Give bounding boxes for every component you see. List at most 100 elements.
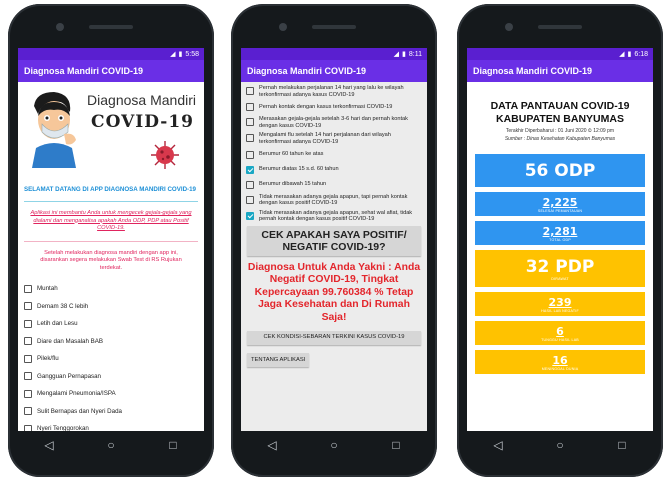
criteria-checklist: Pernah melakukan perjalanan 14 hari yang… [241,82,427,223]
checkbox-icon[interactable] [246,118,254,127]
criteria-checkbox[interactable]: Pernah melakukan perjalanan 14 hari yang… [246,85,422,98]
checkbox-icon[interactable] [24,407,32,416]
symptom-checkbox[interactable]: Pilek/flu [24,350,198,368]
symptom-checkbox[interactable]: Gangguan Pernapasan [24,368,198,386]
app-bar: Diagnosa Mandiri COVID-19 [18,60,204,82]
signal-icon: ◢ [170,51,176,58]
about-app-button[interactable]: TENTANG APLIKASI [247,352,310,367]
criteria-checkbox[interactable]: Berumur 60 tahun ke atas [246,149,422,161]
checkbox-icon[interactable] [24,319,32,328]
camera [505,23,513,31]
criteria-checkbox[interactable]: Berumur diatas 15 s.d. 60 tahun [246,164,422,176]
status-bar: ◢ ▮ 8:11 [241,48,427,60]
checkbox-icon[interactable] [246,87,254,95]
criteria-checkbox[interactable]: Tidak merasakan adanya gejala apapun, se… [246,210,422,223]
back-icon[interactable]: ◁ [34,438,64,452]
battery-icon: ▮ [178,51,183,58]
home-icon[interactable]: ○ [545,438,575,452]
symptom-checkbox[interactable]: Muntah [24,280,198,298]
hero-banner: Diagnosa Mandiri COVID-19 [18,82,204,182]
stat-value: 16 [552,354,568,367]
battery-icon: ▮ [627,51,632,58]
stat-value: 2,225 [542,196,578,209]
home-icon[interactable]: ○ [96,438,126,452]
stat-card: 239 HASIL LAB NEGATIF [475,292,645,316]
hero-title-line1: Diagnosa Mandiri [87,92,196,108]
checked-checkbox-icon[interactable] [246,211,254,220]
checkbox-icon[interactable] [24,354,32,363]
stat-card: 16 MENINGGAL DUNIA [475,350,645,374]
stat-value: 2,281 [542,225,578,238]
symptom-label: Demam 38 C lebih [37,302,89,310]
symptom-checkbox[interactable]: Sulit Bernapas dan Nyeri Dada [24,403,198,421]
check-condition-button[interactable]: CEK KONDISI-SEBARAN TERKINI KASUS COVID-… [247,331,421,345]
phone-3: ◢ ▮ 6:18 Diagnosa Mandiri COVID-19 DATA … [457,4,663,477]
checkbox-icon[interactable] [246,195,254,204]
stat-card: 2,225 SELESAI PEMANTAUAN [475,192,645,216]
camera [56,23,64,31]
phone-2: ◢ ▮ 8:11 Diagnosa Mandiri COVID-19 Perna… [231,4,437,477]
checked-checkbox-icon[interactable] [246,165,254,174]
checkbox-icon[interactable] [24,284,32,293]
main-content[interactable]: Pernah melakukan perjalanan 14 hari yang… [241,82,427,431]
data-source: Sumber : Dinas Kesehatan Kabupaten Banyu… [504,136,616,142]
main-content[interactable]: Diagnosa Mandiri COVID-19 SELAMAT DATANG… [18,82,204,431]
app-bar: Diagnosa Mandiri COVID-19 [241,60,427,82]
criteria-checkbox[interactable]: Merasakan gejala-gejala setelah 3-6 hari… [246,116,422,129]
checkbox-icon[interactable] [24,372,32,381]
symptom-checklist: Muntah Demam 38 C lebih Letih dan Lesu Diar… [18,280,204,431]
main-content[interactable]: DATA PANTAUAN COVID-19 KABUPATEN BANYUMA… [467,82,653,431]
app-title: Diagnosa Mandiri COVID-19 [247,66,367,76]
recents-icon[interactable]: □ [381,438,411,452]
checkbox-icon[interactable] [24,389,32,398]
check-status-button[interactable]: CEK APAKAH SAYA POSITIF/ NEGATIF COVID-1… [247,225,421,256]
criteria-label: Berumur 60 tahun ke atas [259,151,324,158]
page-title: DATA PANTAUAN COVID-19 KABUPATEN BANYUMA… [490,100,630,125]
recents-icon[interactable]: □ [158,438,188,452]
criteria-label: Pernah kontak dengan kasus terkonfirmasi… [259,103,393,110]
camera [279,23,287,31]
data-header: DATA PANTAUAN COVID-19 KABUPATEN BANYUMA… [467,82,653,142]
back-icon[interactable]: ◁ [257,438,287,452]
recents-icon[interactable]: □ [607,438,637,452]
checkbox-icon[interactable] [24,337,32,346]
checkbox-icon[interactable] [246,134,254,143]
stat-card: 56 ODP [475,154,645,187]
stat-value: 32 PDP [525,257,595,277]
checkbox-icon[interactable] [246,180,254,189]
symptom-label: Pilek/flu [37,355,59,363]
checkbox-icon[interactable] [246,150,254,159]
stat-card: 32 PDP DIRAWAT [475,250,645,287]
speaker [538,25,582,29]
hero-title-line2: COVID-19 [91,112,194,132]
symptom-checkbox[interactable]: Nyeri Tenggorokan [24,420,198,431]
symptom-checkbox[interactable]: Diare dan Masalah BAB [24,333,198,351]
symptom-checkbox[interactable]: Demam 38 C lebih [24,298,198,316]
symptom-checkbox[interactable]: Letih dan Lesu [24,315,198,333]
home-icon[interactable]: ○ [319,438,349,452]
stat-value: 56 ODP [524,161,596,181]
status-bar: ◢ ▮ 6:18 [467,48,653,60]
checkbox-icon[interactable] [24,302,32,311]
divider [24,240,198,242]
criteria-checkbox[interactable]: Pernah kontak dengan kasus terkonfirmasi… [246,101,422,113]
signal-icon: ◢ [393,51,400,58]
criteria-checkbox[interactable]: Tidak merasakan adanya gejala apapun, ta… [246,194,422,207]
symptom-checkbox[interactable]: Mengalami Pneumonia/ISPA [24,385,198,403]
criteria-checkbox[interactable]: Mengalami flu setelah 14 hari perjalanan… [246,132,422,145]
app-description: Aplikasi ini membantu Anda untuk mengece… [30,210,192,231]
symptom-label: Mengalami Pneumonia/ISPA [37,390,116,398]
status-time: 5:58 [185,50,199,58]
battery-icon: ▮ [402,51,406,58]
status-time: 8:11 [408,50,422,58]
criteria-checkbox[interactable]: Berumur dibawah 15 tahun [246,179,422,191]
speaker [312,25,356,29]
symptom-label: Sulit Bernapas dan Nyeri Dada [37,407,122,415]
stat-label: HASIL LAB NEGATIF [541,309,579,313]
criteria-label: Tidak merasakan adanya gejala apapun, ta… [259,193,408,207]
symptom-label: Diare dan Masalah BAB [37,337,104,345]
screen-3: ◢ ▮ 6:18 Diagnosa Mandiri COVID-19 DATA … [467,48,653,431]
checkbox-icon[interactable] [246,103,254,112]
speaker [89,25,133,29]
back-icon[interactable]: ◁ [483,438,513,452]
